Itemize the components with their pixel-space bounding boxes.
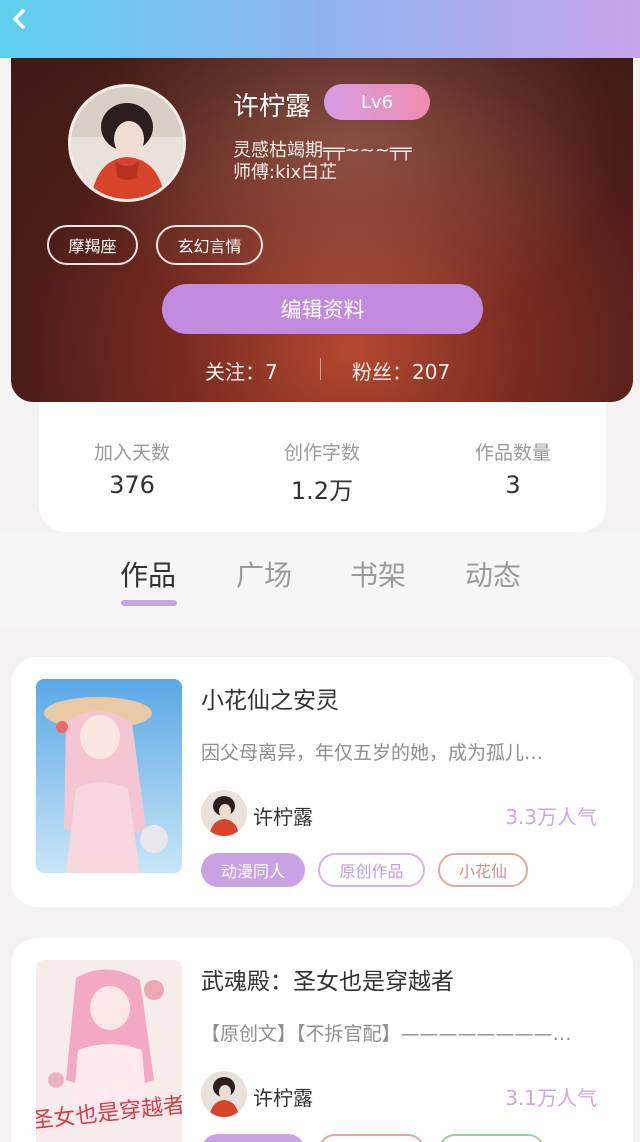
stats-panel: 加入天数 376 创作字数 1.2万 作品数量 3 — [39, 402, 606, 532]
profile-header: 许柠露 Lv6 灵感枯竭期╤╤~~~╤╤ 师傅:kix白芷 摩羯座 玄幻言情 编… — [11, 58, 633, 402]
book-title[interactable]: 武魂殿：圣女也是穿越者 — [201, 962, 454, 996]
tab-activity[interactable]: 动态 — [465, 554, 521, 594]
level-badge: Lv6 — [324, 84, 430, 120]
book-tag[interactable] — [201, 1134, 305, 1142]
profile-tag-zodiac[interactable]: 摩羯座 — [47, 225, 138, 265]
book-tag[interactable] — [318, 1134, 425, 1142]
tab-works[interactable]: 作品 — [120, 554, 176, 594]
bio-line-status: 灵感枯竭期╤╤~~~╤╤ — [233, 140, 412, 161]
author-avatar[interactable] — [201, 1071, 247, 1117]
book-tag[interactable]: 动漫同人 — [201, 853, 305, 887]
back-button[interactable] — [6, 6, 34, 34]
chevron-left-icon — [13, 9, 25, 29]
stat-label: 创作字数 — [283, 442, 360, 464]
book-card[interactable]: 圣女也是穿越者 武魂殿：圣女也是穿越者 【原创文】【不拆官配】————————…… — [11, 938, 633, 1142]
book-description: 【原创文】【不拆官配】————————… — [201, 1023, 572, 1045]
active-tab-indicator — [121, 600, 177, 606]
top-bar — [0, 0, 640, 58]
author-avatar[interactable] — [201, 790, 247, 836]
bio-line-master: 师傅:kix白芷 — [233, 162, 338, 183]
book-tag[interactable]: 小花仙 — [438, 853, 528, 887]
stat-label: 加入天数 — [93, 442, 170, 464]
stat-value: 1.2万 — [290, 477, 354, 505]
edit-profile-button[interactable]: 编辑资料 — [162, 284, 483, 334]
nickname: 许柠露 — [233, 92, 312, 122]
book-cover[interactable] — [36, 679, 182, 873]
followers-count[interactable]: 粉丝：207 — [352, 356, 450, 385]
author-name[interactable]: 许柠露 — [253, 1082, 313, 1111]
stat-works-count: 作品数量 3 — [443, 438, 583, 499]
stat-value: 376 — [109, 471, 155, 499]
avatar[interactable] — [68, 84, 186, 202]
tab-bar: 作品 广场 书架 动态 — [0, 532, 640, 628]
book-cover[interactable]: 圣女也是穿越者 — [36, 960, 182, 1142]
stat-join-days: 加入天数 376 — [62, 438, 202, 499]
book-title[interactable]: 小花仙之安灵 — [201, 681, 339, 715]
stat-value: 3 — [505, 471, 521, 499]
following-count[interactable]: 关注：7 — [205, 356, 278, 385]
popularity: 3.1万人气 — [505, 1086, 597, 1110]
profile-tag-genre[interactable]: 玄幻言情 — [156, 225, 263, 265]
book-tag[interactable] — [438, 1134, 545, 1142]
book-tag[interactable]: 原创作品 — [318, 853, 425, 887]
book-card[interactable]: 小花仙之安灵 因父母离异，年仅五岁的她，成为孤儿… 许柠露 3.3万人气 动漫同… — [11, 657, 633, 907]
tab-bookshelf[interactable]: 书架 — [350, 554, 406, 594]
book-description: 因父母离异，年仅五岁的她，成为孤儿… — [201, 742, 544, 764]
divider — [320, 358, 321, 380]
stat-label: 作品数量 — [474, 442, 551, 464]
bio: 灵感枯竭期╤╤~~~╤╤ 师傅:kix白芷 — [233, 140, 412, 184]
popularity: 3.3万人气 — [505, 805, 597, 829]
author-name[interactable]: 许柠露 — [253, 801, 313, 830]
tab-square[interactable]: 广场 — [236, 554, 292, 594]
stat-word-count: 创作字数 1.2万 — [252, 438, 392, 506]
